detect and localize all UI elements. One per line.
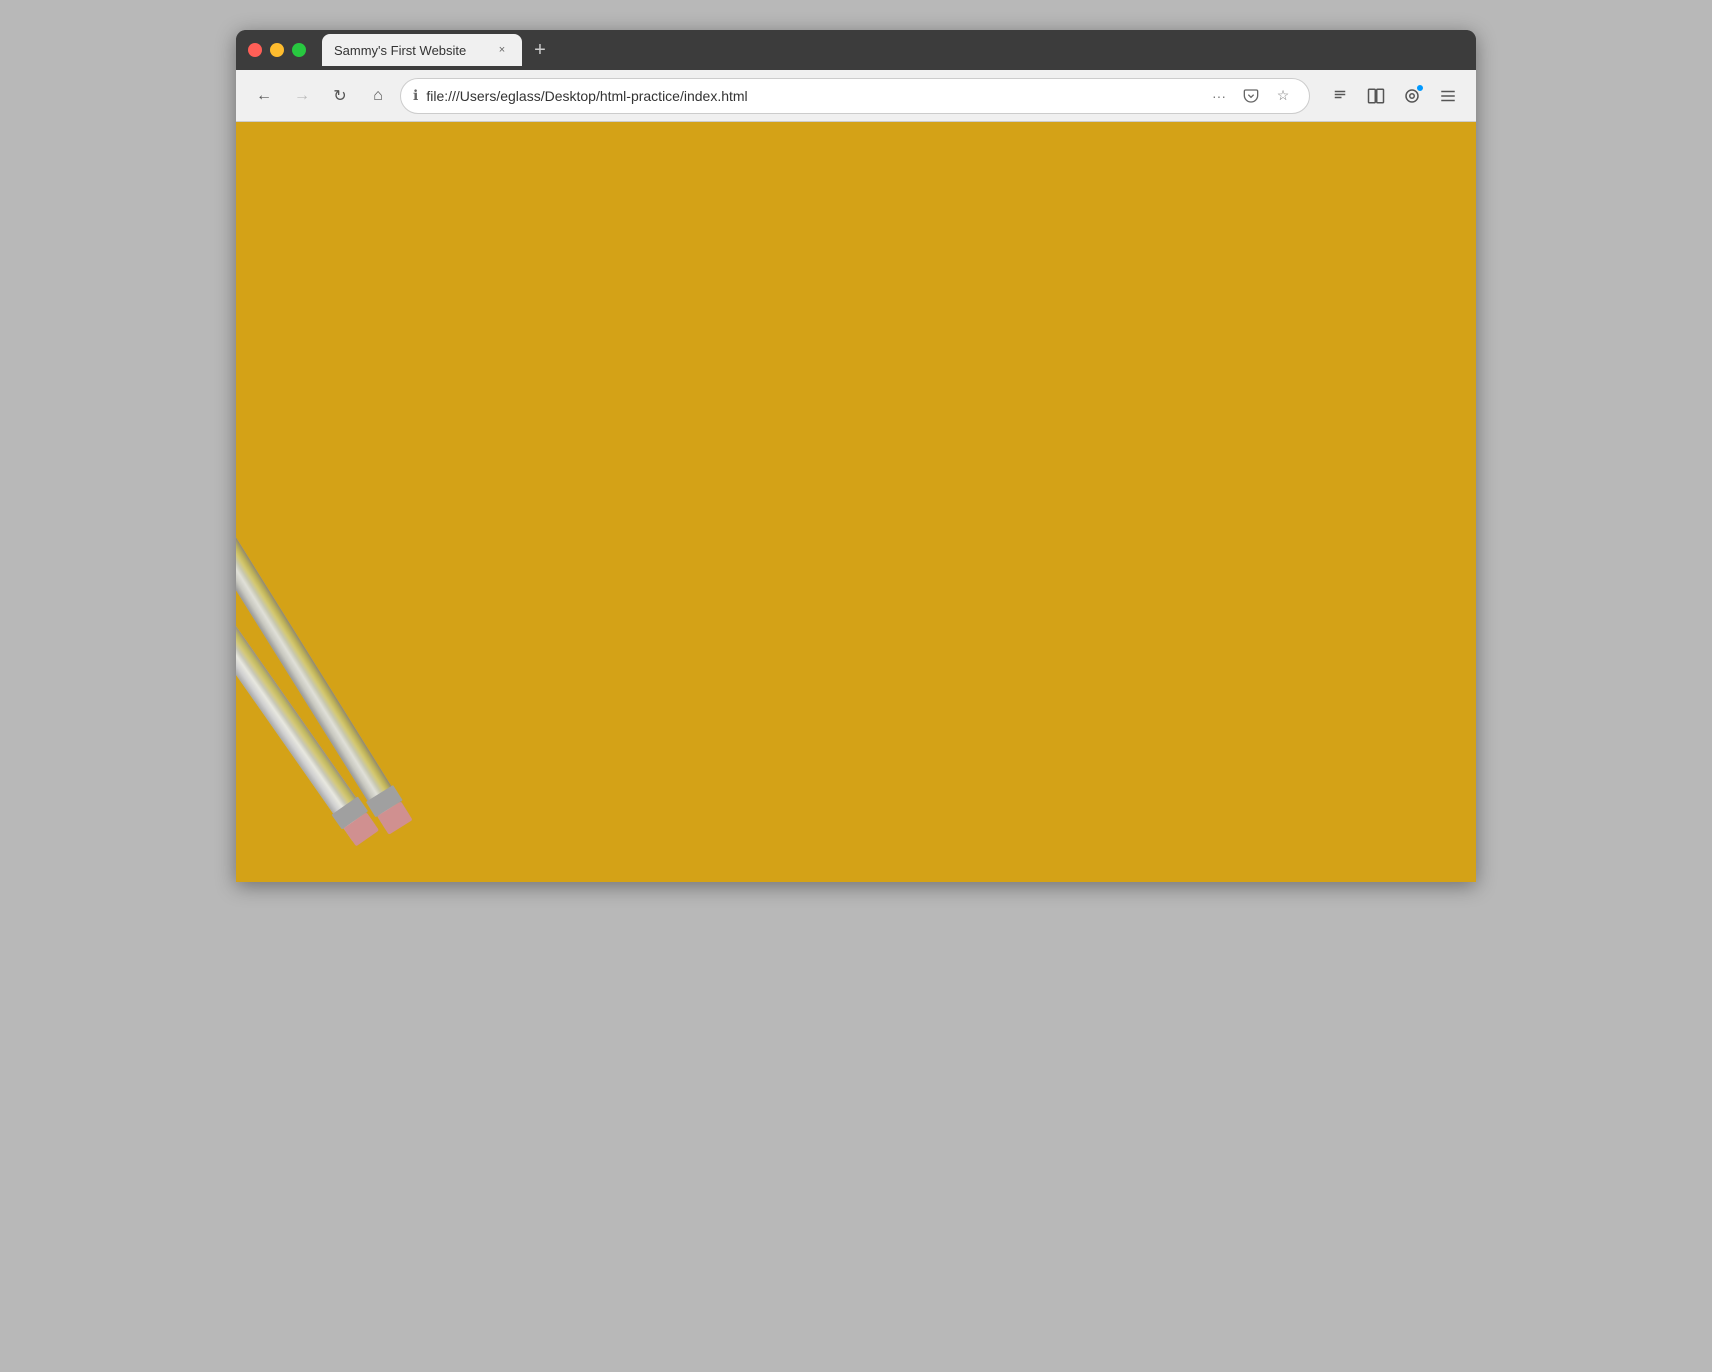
pencils-illustration (236, 202, 636, 882)
forward-button[interactable]: → (286, 80, 318, 112)
new-tab-button[interactable]: + (526, 36, 554, 64)
title-bar: Sammy's First Website × + (236, 30, 1476, 70)
pocket-button[interactable] (1237, 82, 1265, 110)
back-button[interactable]: ← (248, 80, 280, 112)
nav-bar: ← → ↻ ⌂ ℹ ··· (236, 70, 1476, 122)
right-icons (1324, 80, 1464, 112)
browser-window: Sammy's First Website × + ← → ↻ ⌂ (236, 30, 1476, 882)
reader-icon (1367, 87, 1385, 105)
close-button[interactable] (248, 43, 262, 57)
address-bar-actions: ··· ☆ (1205, 82, 1297, 110)
browser-tab[interactable]: Sammy's First Website × (322, 34, 522, 66)
address-bar[interactable] (426, 88, 1197, 104)
tab-close-button[interactable]: × (494, 42, 510, 58)
sync-button[interactable] (1396, 80, 1428, 112)
traffic-lights (248, 43, 306, 57)
sync-notification-dot (1416, 84, 1424, 92)
maximize-button[interactable] (292, 43, 306, 57)
refresh-button[interactable]: ↻ (324, 80, 356, 112)
pocket-icon (1243, 88, 1259, 104)
web-page-content (236, 122, 1476, 882)
menu-icon (1439, 87, 1457, 105)
bookmark-button[interactable]: ☆ (1269, 82, 1297, 110)
home-button[interactable]: ⌂ (362, 80, 394, 112)
minimize-button[interactable] (270, 43, 284, 57)
info-icon: ℹ (413, 87, 418, 104)
more-button[interactable]: ··· (1205, 82, 1233, 110)
history-button[interactable] (1324, 80, 1356, 112)
history-icon (1331, 87, 1349, 105)
menu-button[interactable] (1432, 80, 1464, 112)
reader-button[interactable] (1360, 80, 1392, 112)
tab-title: Sammy's First Website (334, 43, 486, 58)
address-bar-container[interactable]: ℹ ··· ☆ (400, 78, 1310, 114)
